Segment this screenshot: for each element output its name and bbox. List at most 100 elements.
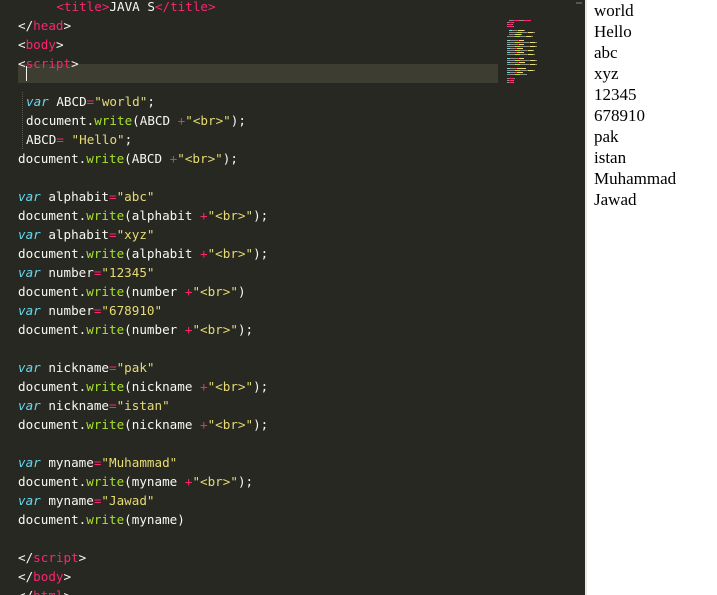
minimap-stroke [510, 44, 518, 45]
code-line[interactable]: document.write(nickname +"<br>"); [18, 415, 268, 434]
code-token-tag: html [33, 588, 63, 595]
code-token-pl: number [40, 303, 94, 318]
code-line[interactable]: var myname="Muhammad" [18, 453, 177, 472]
code-line[interactable]: </html> [18, 586, 71, 595]
output-line: 678910 [594, 106, 645, 125]
code-token-kw: var [18, 227, 41, 242]
code-token-pl: > [64, 588, 72, 595]
minimap-stroke [513, 22, 514, 23]
code-token-tag: script [33, 550, 79, 565]
code-token-kw: var [26, 94, 49, 109]
minimap-stroke [512, 24, 513, 25]
output-line: Muhammad [594, 169, 677, 188]
output-line: xyz [594, 64, 619, 83]
code-token-fn: write [86, 512, 125, 527]
code-line[interactable]: document.write(number +"<br>") [18, 282, 246, 301]
browser-preview-pane: world Hello abc xyz 12345 678910 pak istan Muham… [587, 0, 717, 595]
code-line[interactable]: document.write(ABCD +"<br>"); [26, 111, 246, 130]
code-token-pl: document. [18, 208, 87, 223]
code-line[interactable]: var number="678910" [18, 301, 162, 320]
minimap-stroke [510, 62, 518, 63]
code-token-pl: (number [124, 284, 185, 299]
code-line[interactable]: document.write(alphabit +"<br>"); [18, 206, 268, 225]
code-token-pl: document. [18, 417, 87, 432]
scrollbar-thumb[interactable] [576, 2, 582, 4]
code-line[interactable]: var myname="Jawad" [18, 491, 155, 510]
code-token-pl: > [78, 550, 87, 565]
minimap-stroke [513, 26, 514, 27]
code-line[interactable]: var nickname="istan" [18, 396, 170, 415]
code-line[interactable]: document.write(myname +"<br>"); [18, 472, 253, 491]
output-line: istan [594, 148, 627, 167]
code-token-pl: ); [237, 322, 254, 337]
minimap-stroke [520, 60, 529, 61]
minimap-stroke [517, 72, 523, 73]
minimap-stroke [533, 32, 535, 33]
output-line: Hello [594, 22, 632, 41]
code-token-pl: (alphabit [124, 208, 200, 223]
indent-guide [22, 92, 23, 149]
code-line[interactable]: </script> [18, 548, 86, 567]
minimap-stroke [517, 48, 523, 49]
minimap-stroke [520, 74, 527, 75]
code-token-pl: ); [230, 113, 246, 128]
code-line[interactable]: var number="12345" [18, 263, 155, 282]
code-line[interactable]: var alphabit="abc" [18, 187, 155, 206]
minimap-stroke [507, 42, 515, 43]
editor-scrollbar[interactable] [572, 0, 585, 595]
code-token-pl: ABCD [26, 132, 57, 147]
code-token-tag: head [33, 18, 64, 33]
code-token-pl: ); [253, 417, 269, 432]
code-token-pl: ); [237, 474, 254, 489]
code-line[interactable]: document.write(alphabit +"<br>"); [18, 244, 268, 263]
code-token-pl: JAVA S [109, 0, 155, 14]
minimap-stroke [519, 44, 524, 45]
code-token-fn: write [94, 113, 133, 128]
code-line[interactable]: <title>JAVA S</title> [26, 0, 215, 16]
code-line[interactable]: var ABCD="world"; [26, 92, 155, 111]
code-line[interactable]: <body> [18, 35, 64, 54]
code-token-op: + [200, 246, 208, 261]
minimap-stroke [517, 68, 526, 69]
code-token-pl: > [71, 56, 79, 71]
code-line[interactable]: <script> [18, 54, 79, 73]
minimap-stroke [535, 46, 537, 47]
code-line[interactable]: document.write(ABCD +"<br>"); [18, 149, 238, 168]
code-line[interactable]: document.write(nickname +"<br>"); [18, 377, 268, 396]
code-token-str: "12345" [101, 265, 155, 280]
code-token-pl: ) [237, 284, 246, 299]
code-line[interactable]: </body> [18, 567, 71, 586]
code-token-pl: ); [253, 208, 269, 223]
code-token-fn: write [86, 417, 125, 432]
minimap[interactable] [505, 0, 567, 90]
code-line[interactable]: </head> [18, 16, 71, 35]
code-token-str: "Hello" [71, 132, 125, 147]
minimap-stroke [535, 64, 537, 65]
code-line[interactable]: ABCD= "Hello"; [26, 130, 132, 149]
code-line[interactable]: document.write(number +"<br>"); [18, 320, 253, 339]
code-line[interactable]: document.write(myname) [18, 510, 185, 529]
code-token-str: "pak" [116, 360, 155, 375]
minimap-stroke [507, 74, 515, 75]
minimap-stroke [517, 52, 524, 53]
code-token-pl: < [18, 56, 26, 71]
code-token-op: = [109, 227, 117, 242]
minimap-stroke [507, 46, 515, 47]
code-token-str: "<br>" [207, 208, 254, 223]
code-token-str: "istan" [116, 398, 170, 413]
code-line[interactable]: var nickname="pak" [18, 358, 155, 377]
code-token-pl: </ [18, 18, 34, 33]
code-token-pl: document. [18, 322, 87, 337]
output-line: world [594, 1, 634, 20]
code-line[interactable]: var alphabit="xyz" [18, 225, 155, 244]
code-token-pl: nickname [40, 360, 109, 375]
code-token-str: "<br>" [207, 246, 254, 261]
code-token-str: "678910" [101, 303, 163, 318]
minimap-stroke [514, 78, 515, 79]
code-token-str: "<br>" [192, 322, 238, 337]
code-token-fn: write [86, 322, 125, 337]
code-editor[interactable]: <title>JAVA S</title> </head> <body> <scrip… [0, 0, 585, 595]
code-token-op: + [200, 208, 208, 223]
code-token-pl: myname [40, 493, 94, 508]
output-line: pak [594, 127, 619, 146]
